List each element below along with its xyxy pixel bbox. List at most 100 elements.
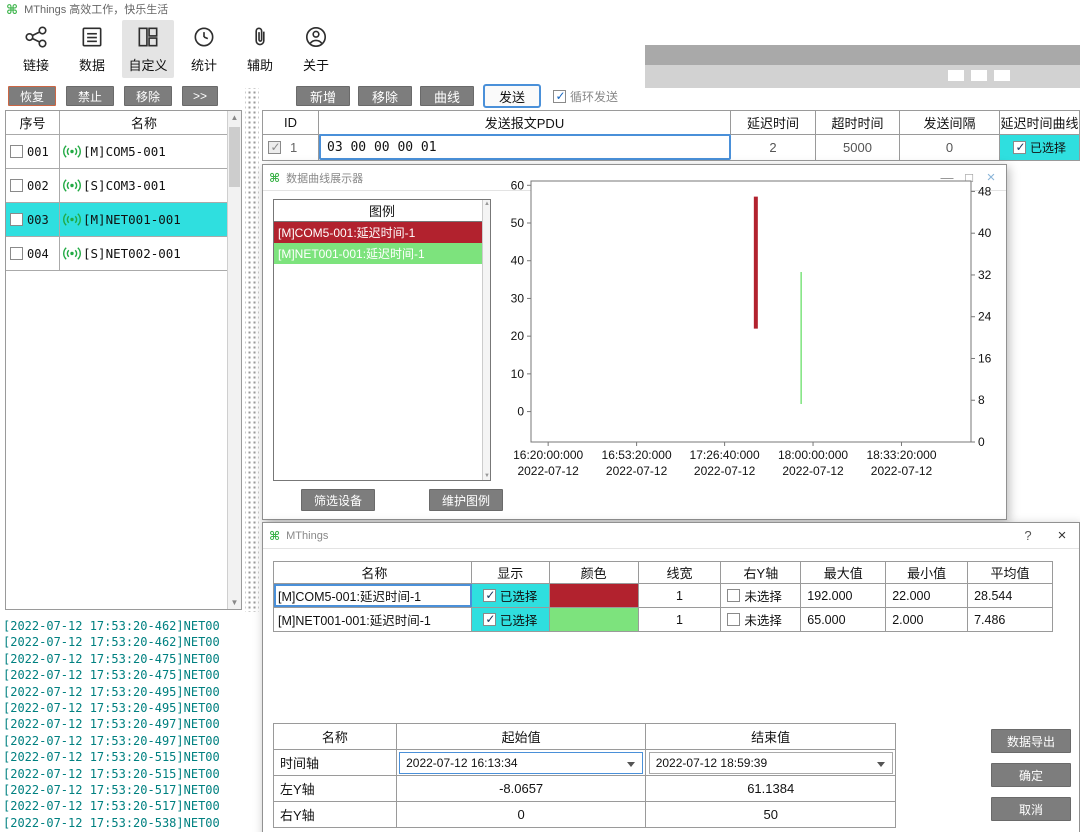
help-icon[interactable]: ? — [1017, 523, 1039, 548]
scroll-up-icon[interactable]: ▲ — [484, 201, 490, 207]
log-line: [2022-07-12 17:53:20-495]NET00 — [3, 684, 245, 700]
log-line: [2022-07-12 17:53:20-475]NET00 — [3, 667, 245, 683]
toolbar-item-about[interactable]: 关于 — [290, 20, 342, 78]
main-toolbar: 链接 数据 自定义 统计 辅助 关于 — [10, 20, 342, 80]
timeout-value[interactable]: 5000 — [816, 135, 900, 160]
toolbar-item-custom[interactable]: 自定义 — [122, 20, 174, 78]
time-end-dropdown[interactable]: 2022-07-12 18:59:39 — [649, 752, 893, 774]
row-checkbox[interactable] — [10, 213, 23, 226]
column-header-interval: 发送间隔 — [900, 111, 1000, 134]
close-icon[interactable]: × — [1051, 523, 1073, 548]
color-swatch[interactable] — [550, 584, 639, 607]
row-checkbox[interactable] — [10, 179, 23, 192]
display-checkbox[interactable] — [483, 613, 496, 626]
scrollbar-thumb[interactable] — [229, 127, 240, 187]
righty-cell[interactable]: 未选择 — [721, 608, 801, 631]
series-row[interactable]: [M]NET001-001:延迟时间-1 已选择 1 未选择 65.000 2.… — [274, 608, 1053, 632]
left-y-end[interactable]: 61.1384 — [646, 776, 896, 801]
linewidth-cell[interactable]: 1 — [639, 584, 722, 607]
titlebar: ⌘ MThings 高效工作，快乐生活 — [0, 0, 1080, 18]
range-table-header: 名称 起始值 结束值 — [274, 724, 896, 750]
mdi-close-button[interactable] — [994, 70, 1010, 81]
right-y-axis-row: 右Y轴 0 50 — [274, 802, 896, 828]
scroll-down-icon[interactable]: ▼ — [484, 473, 490, 479]
display-label: 已选择 — [500, 610, 538, 629]
remove-device-button[interactable]: 移除 — [124, 86, 172, 106]
add-button[interactable]: 新增 — [296, 86, 350, 106]
toolbar-item-link[interactable]: 链接 — [10, 20, 62, 78]
legend-item[interactable]: [M]NET001-001:延迟时间-1 — [274, 243, 482, 264]
pdu-row-checkbox[interactable] — [268, 141, 281, 154]
svg-text:16: 16 — [978, 351, 992, 365]
scroll-up-icon[interactable]: ▲ — [228, 113, 241, 122]
send-button[interactable]: 发送 — [483, 84, 541, 108]
righty-cell[interactable]: 未选择 — [721, 584, 801, 607]
log-line: [2022-07-12 17:53:20-538]NET00 — [3, 815, 245, 831]
send-table-row[interactable]: 1 03 00 00 00 01 2 5000 0 已选择 — [263, 135, 1080, 161]
maintain-legend-button[interactable]: 维护图例 — [429, 489, 503, 511]
curve-checkbox[interactable] — [1013, 141, 1026, 154]
loop-send-option[interactable]: 循环发送 — [553, 88, 618, 105]
device-row[interactable]: 002 [S]COM3-001 — [6, 169, 241, 203]
color-swatch[interactable] — [550, 608, 639, 631]
time-start-dropdown[interactable]: 2022-07-12 16:13:34 — [399, 752, 643, 774]
toolbar-item-assist[interactable]: 辅助 — [234, 20, 286, 78]
expand-button[interactable]: >> — [182, 86, 218, 106]
background-window-toolbar — [645, 65, 1080, 88]
pdu-input[interactable]: 03 00 00 00 01 — [319, 134, 731, 160]
legend-scrollbar[interactable]: ▲ ▼ — [482, 200, 490, 480]
disable-button[interactable]: 禁止 — [66, 86, 114, 106]
righty-checkbox[interactable] — [727, 589, 740, 602]
row-checkbox[interactable] — [10, 145, 23, 158]
righty-checkbox[interactable] — [727, 613, 740, 626]
export-data-button[interactable]: 数据导出 — [991, 729, 1071, 753]
left-y-start[interactable]: -8.0657 — [397, 776, 647, 801]
cancel-button[interactable]: 取消 — [991, 797, 1071, 821]
curve-selected-cell[interactable]: 已选择 — [1000, 135, 1080, 160]
column-header-delay: 延迟时间 — [731, 111, 816, 134]
mdi-maximize-button[interactable] — [971, 70, 987, 81]
device-index: 003 — [27, 213, 49, 227]
display-cell[interactable]: 已选择 — [472, 608, 550, 631]
svg-text:60: 60 — [511, 178, 525, 192]
mdi-minimize-button[interactable] — [948, 70, 964, 81]
toolbar-item-stats[interactable]: 统计 — [178, 20, 230, 78]
toolbar-item-data[interactable]: 数据 — [66, 20, 118, 78]
toolbar-label: 关于 — [303, 55, 329, 74]
signal-icon — [62, 246, 82, 261]
curve-button[interactable]: 曲线 — [420, 86, 474, 106]
ok-button[interactable]: 确定 — [991, 763, 1071, 787]
curve-window: ⌘ 数据曲线展示器 — □ × 图例 [M]COM5-001:延迟时间-1 [M… — [262, 164, 1007, 520]
display-cell[interactable]: 已选择 — [472, 584, 550, 607]
series-name-cell[interactable]: [M]COM5-001:延迟时间-1 — [274, 584, 472, 607]
loop-send-checkbox[interactable] — [553, 90, 566, 103]
interval-value[interactable]: 0 — [900, 135, 1000, 160]
column-header-timeout: 超时时间 — [816, 111, 900, 134]
device-name: [M]NET001-001 — [83, 212, 181, 227]
device-row[interactable]: 004 [S]NET002-001 — [6, 237, 241, 271]
device-row[interactable]: 001 [M]COM5-001 — [6, 135, 241, 169]
svg-text:40: 40 — [511, 254, 525, 268]
remove-pdu-button[interactable]: 移除 — [358, 86, 412, 106]
delay-value[interactable]: 2 — [731, 135, 816, 160]
panel-splitter[interactable] — [245, 88, 259, 612]
column-header-color: 颜色 — [550, 562, 639, 583]
filter-devices-button[interactable]: 筛选设备 — [301, 489, 375, 511]
device-index: 001 — [27, 145, 49, 159]
scroll-down-icon[interactable]: ▼ — [228, 598, 241, 607]
right-y-start[interactable]: 0 — [397, 802, 647, 827]
column-header-index: 序号 — [6, 111, 60, 134]
linewidth-cell[interactable]: 1 — [639, 608, 722, 631]
restore-button[interactable]: 恢复 — [8, 86, 56, 106]
delay-time-chart: 010203040506008162432404816:20:00:000202… — [495, 171, 1001, 487]
device-row-selected[interactable]: 003 [M]NET001-001 — [6, 203, 241, 237]
series-name-cell[interactable]: [M]NET001-001:延迟时间-1 — [274, 608, 472, 631]
toolbar-label: 辅助 — [247, 55, 273, 74]
right-y-end[interactable]: 50 — [646, 802, 896, 827]
dialog-titlebar[interactable]: ⌘ MThings ? × — [263, 523, 1079, 549]
device-table-scrollbar[interactable]: ▲ ▼ — [227, 111, 241, 609]
row-checkbox[interactable] — [10, 247, 23, 260]
display-checkbox[interactable] — [483, 589, 496, 602]
series-row[interactable]: [M]COM5-001:延迟时间-1 已选择 1 未选择 192.000 22.… — [274, 584, 1053, 608]
legend-item[interactable]: [M]COM5-001:延迟时间-1 — [274, 222, 482, 243]
